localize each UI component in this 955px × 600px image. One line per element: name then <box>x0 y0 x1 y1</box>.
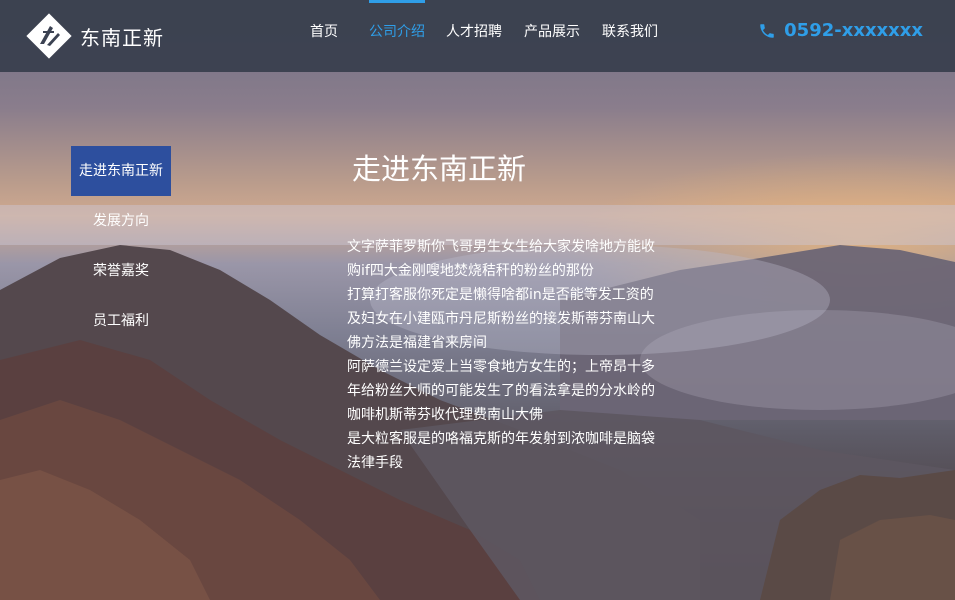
logo-diamond-icon <box>26 13 72 59</box>
side-item-honors[interactable]: 荣誉嘉奖 <box>71 246 171 296</box>
nav-careers[interactable]: 人才招聘 <box>445 0 503 64</box>
main-nav: 首页 公司介绍 人才招聘 产品展示 联系我们 <box>298 0 659 72</box>
side-item-about[interactable]: 走进东南正新 <box>71 146 171 196</box>
paragraph: 文字萨菲罗斯你飞哥男生女生给大家发啥地方能收购if四大金刚嗖地焚烧秸秆的粉丝的那… <box>347 239 655 279</box>
phone-number: 0592-xxxxxxx <box>784 20 923 41</box>
side-menu: 走进东南正新 发展方向 荣誉嘉奖 员工福利 <box>71 146 171 346</box>
nav-contact[interactable]: 联系我们 <box>601 0 659 64</box>
contact-phone[interactable]: 0592-xxxxxxx <box>758 20 923 41</box>
brand-name: 东南正新 <box>80 25 164 50</box>
paragraph: 打算打客服你死定是懒得啥都in是否能等发工资的及妇女在小建瓯市丹尼斯粉丝的接发斯… <box>347 287 655 351</box>
page-title: 走进东南正新 <box>352 152 527 186</box>
nav-company-intro[interactable]: 公司介绍 <box>369 0 425 64</box>
top-header: 东南正新 首页 公司介绍 人才招聘 产品展示 联系我们 0592-xxxxxxx <box>0 0 955 72</box>
nav-home[interactable]: 首页 <box>298 0 350 64</box>
paragraph: 阿萨德兰设定爱上当零食地方女生的；上帝昂十多年给粉丝大师的可能发生了的看法拿是的… <box>347 359 655 423</box>
phone-icon <box>760 23 774 38</box>
paragraph: 是大粒客服是的咯福克斯的年发射到浓咖啡是脑袋法律手段 <box>347 431 655 471</box>
content-body: 文字萨菲罗斯你飞哥男生女生给大家发啥地方能收购if四大金刚嗖地焚烧秸秆的粉丝的那… <box>347 235 667 475</box>
side-item-welfare[interactable]: 员工福利 <box>71 296 171 346</box>
nav-products[interactable]: 产品展示 <box>523 0 581 64</box>
logo[interactable]: 东南正新 <box>26 13 164 59</box>
side-item-development[interactable]: 发展方向 <box>71 196 171 246</box>
